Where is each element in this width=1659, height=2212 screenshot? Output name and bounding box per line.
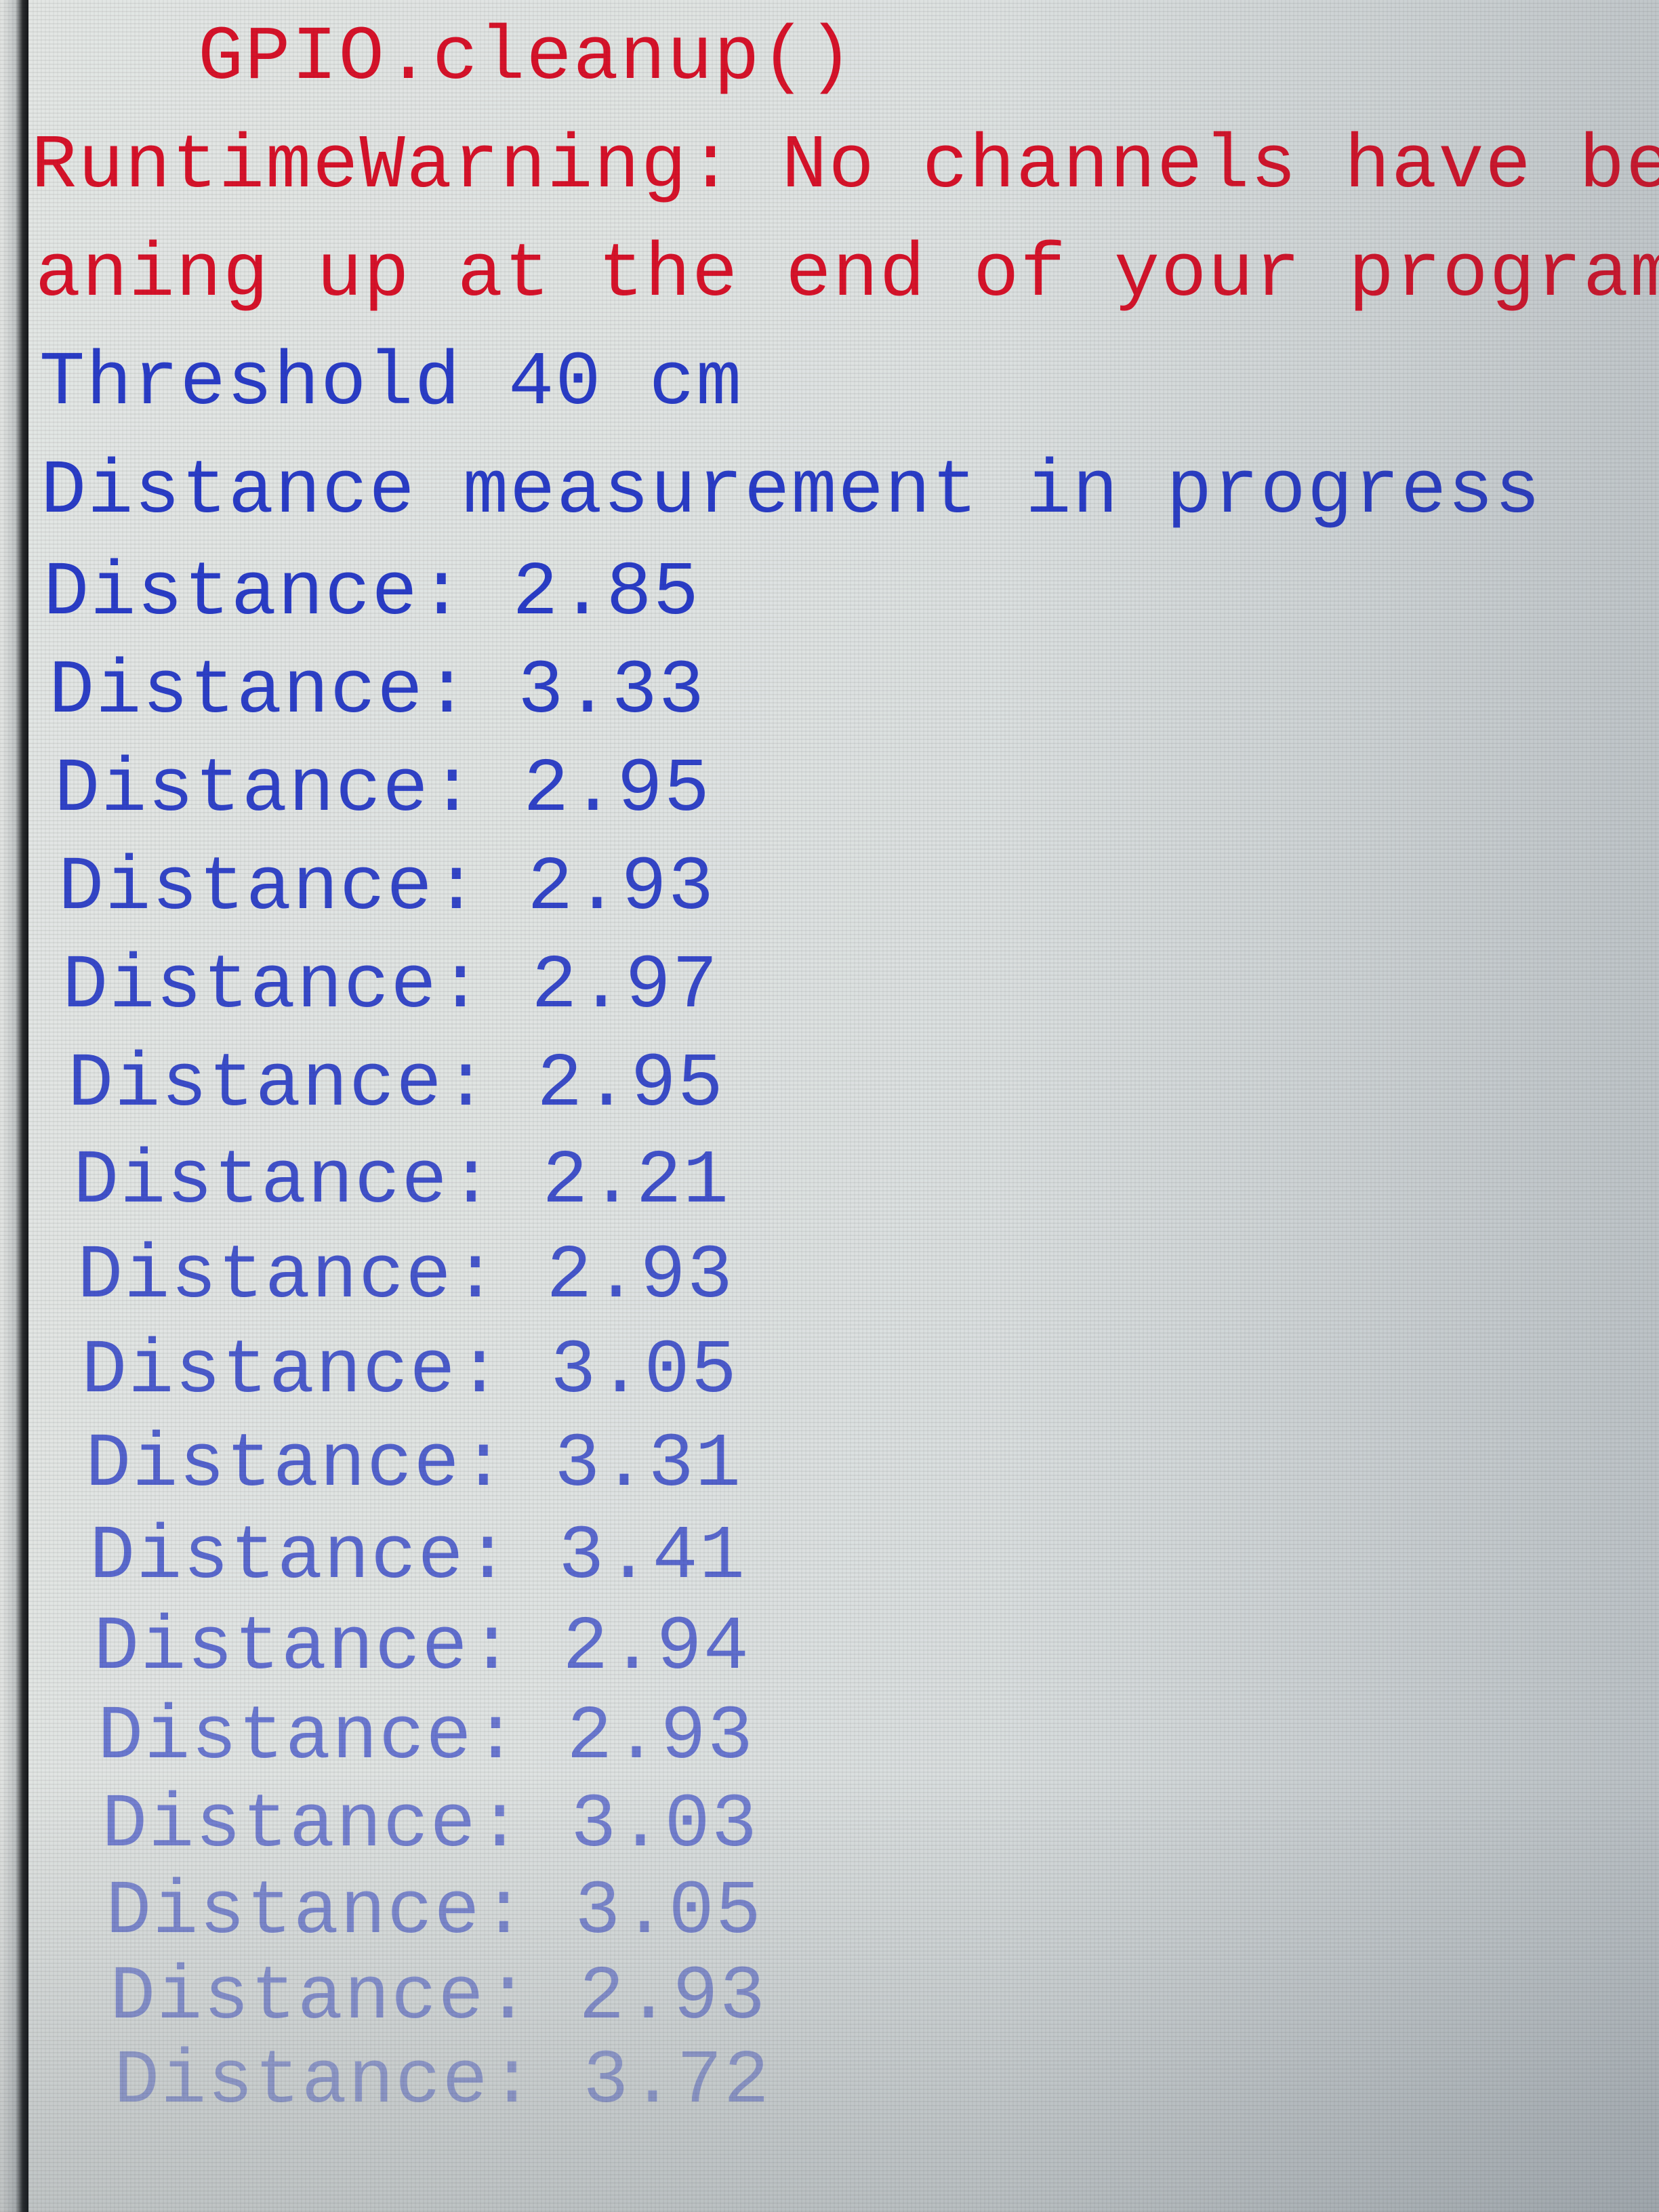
runtime-warning-line: RuntimeWarning: No channels have been — [31, 123, 1659, 209]
status-line: Distance measurement in progress — [41, 449, 1542, 535]
threshold-line: Threshold 40 cm — [39, 340, 743, 426]
distance-reading: Distance: 2.93 — [98, 1694, 754, 1780]
distance-reading: Distance: 2.93 — [110, 1954, 766, 2041]
distance-reading: Distance: 2.95 — [54, 747, 711, 833]
distance-reading: Distance: 3.05 — [106, 1869, 762, 1955]
distance-reading: Distance: 2.93 — [58, 845, 715, 931]
distance-reading: Distance: 2.93 — [77, 1233, 734, 1319]
console-output: GPIO.cleanup() RuntimeWarning: No channe… — [0, 0, 1659, 2212]
distance-reading: Distance: 3.05 — [81, 1328, 738, 1414]
distance-reading: Distance: 3.03 — [102, 1782, 758, 1868]
cleanup-call-line: GPIO.cleanup() — [198, 15, 855, 101]
distance-reading: Distance: 2.97 — [62, 943, 719, 1029]
distance-reading: Distance: 3.72 — [114, 2039, 771, 2125]
distance-reading: Distance: 2.95 — [68, 1042, 724, 1128]
distance-reading: Distance: 2.21 — [73, 1139, 730, 1225]
distance-reading: Distance: 2.85 — [43, 550, 700, 636]
distance-reading: Distance: 3.41 — [89, 1514, 746, 1600]
terminal-screen: GPIO.cleanup() RuntimeWarning: No channe… — [0, 0, 1659, 2212]
distance-reading: Distance: 3.31 — [85, 1422, 742, 1508]
runtime-warning-continuation-line: aning up at the end of your program in — [35, 232, 1659, 318]
distance-reading: Distance: 2.94 — [94, 1605, 750, 1691]
distance-reading: Distance: 3.33 — [49, 649, 705, 735]
